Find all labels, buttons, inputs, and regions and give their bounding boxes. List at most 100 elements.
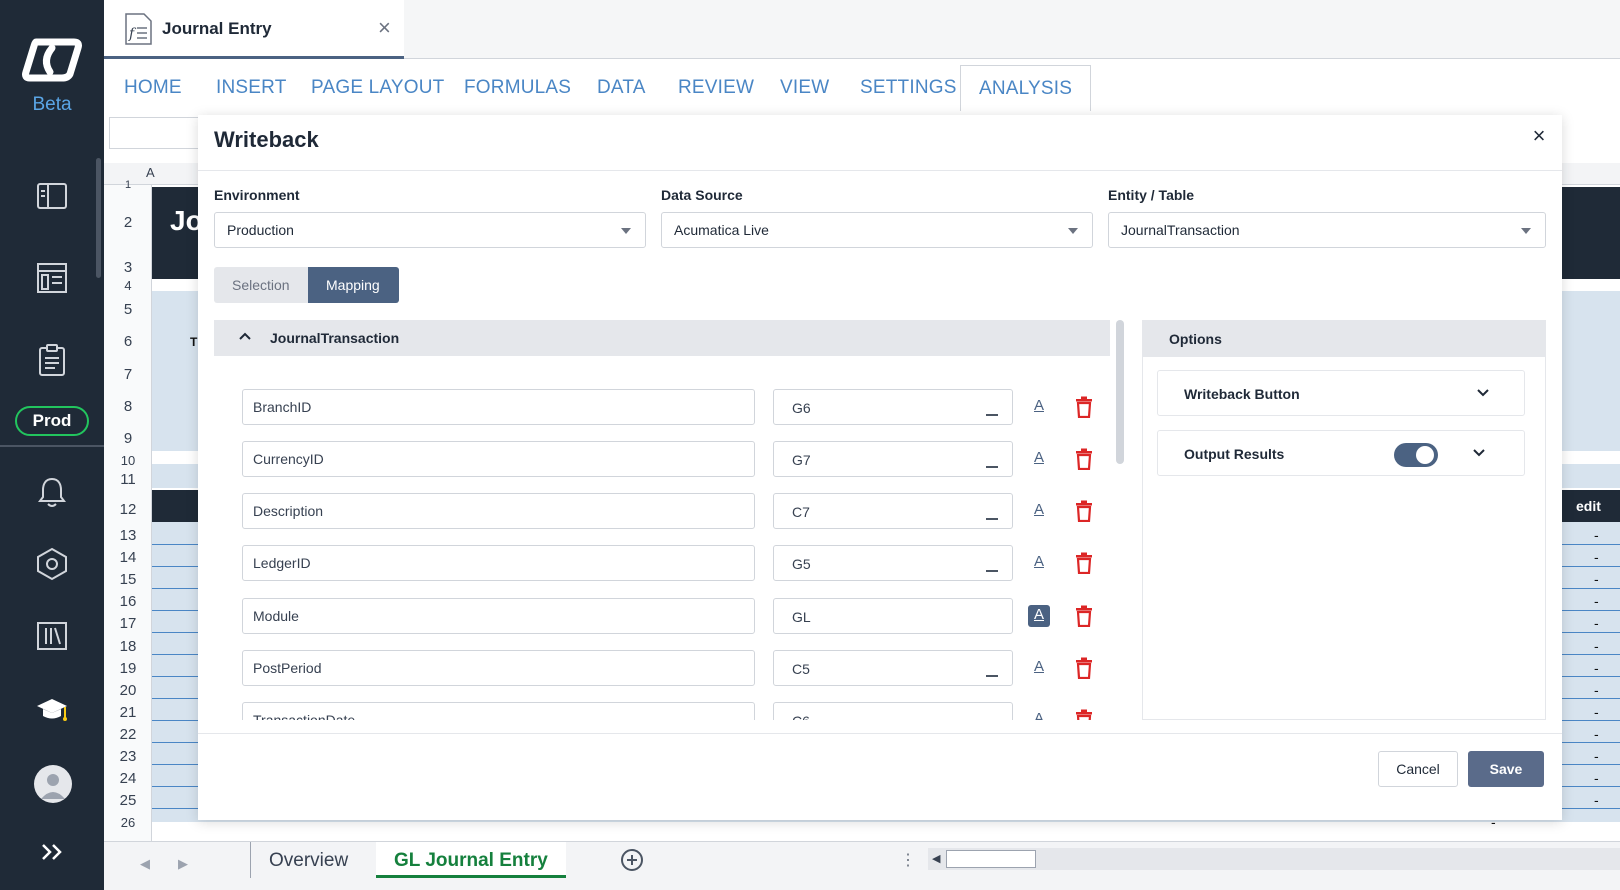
text-mode-icon[interactable]: A [1028,605,1050,627]
mapping-row: Module GL A [214,598,1110,634]
clipboard-icon[interactable] [34,342,70,378]
text-mode-icon[interactable]: A [1028,500,1050,522]
field-name-input[interactable]: LedgerID [242,545,755,581]
bell-icon[interactable] [34,474,70,510]
tab-formulas[interactable]: FORMULAS [464,77,571,99]
text-mode-icon[interactable]: A [1028,396,1050,418]
field-value-input[interactable]: G7 [773,441,1013,477]
expand-double-chevron-icon[interactable] [34,834,70,870]
data-source-select[interactable]: Acumatica Live [661,212,1093,248]
field-name-input[interactable]: CurrencyID [242,441,755,477]
writeback-button-option[interactable]: Writeback Button [1157,370,1525,416]
prev-sheet-icon[interactable]: ◀ [140,856,150,872]
tab-view[interactable]: VIEW [780,77,829,99]
mapping-section-header[interactable]: JournalTransaction [214,320,1110,356]
mapping-row: PostPeriod C5 A [214,650,1110,686]
credit-cell: - [1594,571,1599,587]
text-mode-icon[interactable]: A [1028,657,1050,679]
field-value-input[interactable]: C5 [773,650,1013,686]
mapping-scrollbar[interactable] [1116,320,1124,720]
row-number: 8 [123,398,133,415]
tab-home[interactable]: HOME [124,77,182,99]
mapping-scroll-thumb[interactable] [1116,320,1124,464]
environment-select[interactable]: Production [214,212,646,248]
mapping-row: TransactionDate C6 A [214,702,1110,720]
field-value-input[interactable]: C7 [773,493,1013,529]
output-results-toggle[interactable] [1394,443,1438,467]
tab-analysis[interactable]: ANALYSIS [960,65,1092,112]
document-tab[interactable]: f Journal Entry × [104,0,404,59]
chevron-down-icon[interactable] [1476,385,1490,401]
field-value-input[interactable]: C6 [773,702,1013,720]
app-logo-icon[interactable] [22,38,82,82]
mapping-row: CurrencyID G7 A [214,441,1110,477]
cell-reference-icon[interactable] [986,518,998,520]
chevron-up-icon[interactable] [238,328,252,345]
cell-reference-icon[interactable] [986,466,998,468]
field-name-input[interactable]: PostPeriod [242,650,755,686]
sheet-tab-overview[interactable]: Overview [250,842,366,878]
more-vertical-icon[interactable]: ⋮ [900,850,916,870]
field-name-input[interactable]: BranchID [242,389,755,425]
text-mode-icon[interactable]: A [1028,552,1050,574]
cell-reference-icon[interactable] [986,675,998,677]
text-mode-icon[interactable]: A [1028,448,1050,470]
field-name-input[interactable]: Module [242,598,755,634]
credit-cell: - [1594,593,1599,609]
tab-data[interactable]: DATA [597,77,646,99]
row-number: 12 [119,501,137,518]
add-sheet-icon[interactable] [620,848,644,872]
trash-icon[interactable] [1074,448,1094,471]
save-button[interactable]: Save [1468,751,1544,787]
writeback-button-label: Writeback Button [1184,386,1300,402]
cell-name-box[interactable] [109,117,204,149]
output-results-option[interactable]: Output Results [1157,430,1525,476]
cell-reference-icon[interactable] [986,570,998,572]
field-name-input[interactable]: TransactionDate [242,702,755,720]
trash-icon[interactable] [1074,657,1094,680]
library-icon[interactable] [34,618,70,654]
field-value-input[interactable]: G6 [773,389,1013,425]
trash-icon[interactable] [1074,500,1094,523]
close-document-icon[interactable]: × [378,15,391,41]
field-name-input[interactable]: Description [242,493,755,529]
environment-label: Environment [214,187,300,203]
writeback-dialog: Writeback × Environment Production Data … [198,115,1562,820]
settings-hexagon-icon[interactable] [34,546,70,582]
trash-icon[interactable] [1074,396,1094,419]
field-value-input[interactable]: G5 [773,545,1013,581]
mapping-toggle-button[interactable]: Mapping [308,267,399,303]
cell-reference-icon[interactable] [986,414,998,416]
user-avatar[interactable] [34,765,72,803]
trash-icon[interactable] [1074,552,1094,575]
environment-badge[interactable]: Prod [15,406,89,436]
sheet-tab-gl-journal-entry[interactable]: GL Journal Entry [376,842,566,878]
chevron-down-icon[interactable] [1472,445,1486,461]
book-icon[interactable] [34,178,70,214]
next-sheet-icon[interactable]: ▶ [178,856,188,872]
ribbon-tabs: HOME INSERT PAGE LAYOUT FORMULAS DATA RE… [104,59,1620,112]
row-number: 18 [119,638,137,655]
tab-settings[interactable]: SETTINGS [860,77,957,99]
mapping-row: LedgerID G5 A [214,545,1110,581]
selection-toggle-button[interactable]: Selection [214,267,308,303]
credit-cell: - [1594,527,1599,543]
tab-page-layout[interactable]: PAGE LAYOUT [311,77,444,99]
text-mode-icon[interactable]: A [1028,709,1050,720]
tab-review[interactable]: REVIEW [678,77,754,99]
entity-table-select[interactable]: JournalTransaction [1108,212,1546,248]
rail-scrollbar[interactable] [96,158,101,278]
tab-insert[interactable]: INSERT [216,77,287,99]
close-dialog-icon[interactable]: × [1528,125,1550,147]
trash-icon[interactable] [1074,709,1094,720]
trash-icon[interactable] [1074,605,1094,628]
scroll-left-icon[interactable]: ◀ [932,852,940,865]
field-value-input[interactable]: GL [773,598,1013,634]
dashboard-icon[interactable] [34,260,70,296]
horizontal-scrollbar[interactable]: ◀ [928,848,1620,870]
row-number: 6 [123,333,133,350]
horizontal-scroll-thumb[interactable] [946,850,1036,868]
graduation-cap-icon[interactable] [34,692,70,728]
cancel-button[interactable]: Cancel [1378,751,1458,787]
row-number: 25 [119,792,137,809]
